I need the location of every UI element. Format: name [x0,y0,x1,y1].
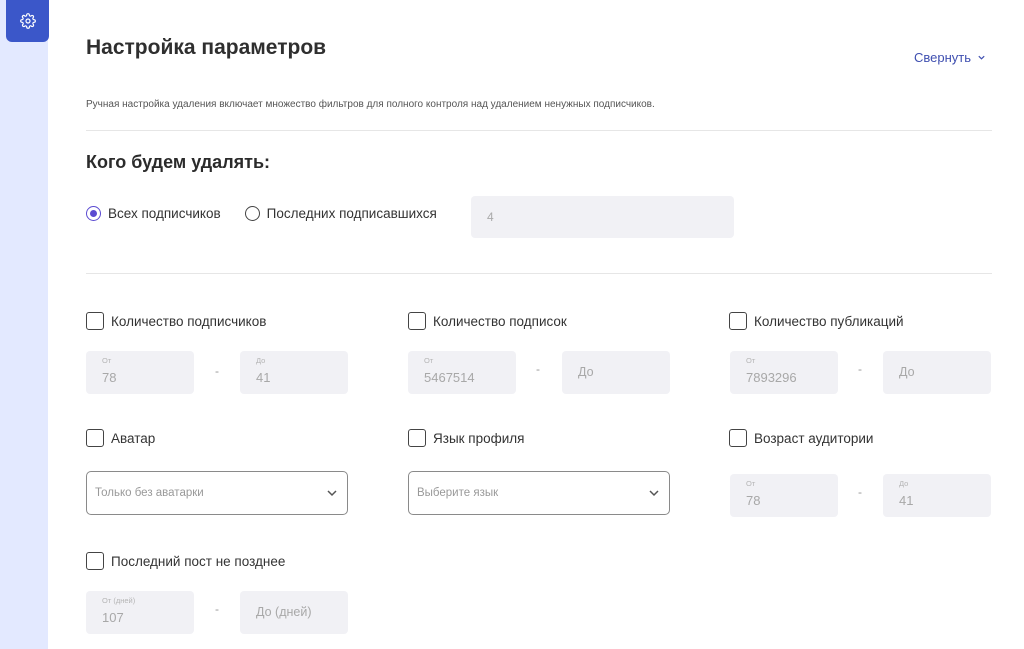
posts-to-input[interactable]: До [883,351,991,394]
gear-icon [19,13,36,29]
range-separator: - [536,362,540,376]
field-label: До [899,479,909,488]
page-description: Ручная настройка удаления включает множе… [86,99,655,110]
following-from-input[interactable]: От 5467514 [408,351,516,394]
section-title: Кого будем удалять: [86,152,271,172]
following-count-label: Количество подписок [433,313,567,329]
target-radio-group: Всех подписчиков Последних подписавшихся [86,206,461,221]
chevron-down-icon [327,490,337,497]
avatar-select[interactable]: Только без аватарки [86,471,348,515]
followers-to-input[interactable]: До 41 [240,351,348,394]
field-value: 78 [746,493,761,508]
field-label: От (дней) [102,596,136,605]
posts-count-label: Количество публикаций [754,313,904,329]
language-label: Язык профиля [433,430,525,446]
last-post-from-input[interactable]: От (дней) 107 [86,591,194,634]
posts-count-checkbox[interactable]: Количество публикаций [729,312,904,330]
field-value: 41 [256,370,271,385]
audience-age-to-input[interactable]: До 41 [883,474,991,517]
divider [86,273,992,274]
range-separator: - [858,362,862,376]
radio-indicator [86,206,101,221]
radio-all-followers[interactable]: Всех подписчиков [86,206,221,221]
followers-count-label: Количество подписчиков [111,313,267,329]
followers-count-checkbox[interactable]: Количество подписчиков [86,312,266,330]
page-title: Настройка параметров [86,36,327,59]
range-separator: - [215,364,219,378]
language-checkbox[interactable]: Язык профиля [408,429,524,447]
field-label: До [256,356,266,365]
field-label: От [746,356,756,365]
radio-recent-label: Последних подписавшихся [266,206,437,221]
audience-age-from-input[interactable]: От 78 [730,474,838,517]
sidebar [0,0,49,649]
field-value: 5467514 [424,370,475,385]
last-post-to-input[interactable]: До (дней) [240,591,348,634]
select-placeholder: Выберите язык [417,487,499,499]
field-value: 41 [899,493,914,508]
posts-from-input[interactable]: От 7893296 [730,351,838,394]
field-placeholder: До (дней) [256,605,312,619]
checkbox-box [408,429,426,447]
field-placeholder: До [899,365,915,379]
select-value: Только без аватарки [95,487,204,499]
field-placeholder: До [578,365,594,379]
field-label: От [746,479,756,488]
radio-all-label: Всех подписчиков [108,206,221,221]
collapse-label: Свернуть [913,50,971,65]
field-label: От [102,356,112,365]
field-value: 78 [102,370,117,385]
last-post-label: Последний пост не позднее [111,553,286,569]
following-to-input[interactable]: До [562,351,670,394]
last-post-checkbox[interactable]: Последний пост не позднее [86,552,285,570]
avatar-checkbox[interactable]: Аватар [86,429,155,447]
following-count-checkbox[interactable]: Количество подписок [408,312,567,330]
checkbox-box [86,429,104,447]
checkbox-box [729,429,747,447]
radio-recent-followers[interactable]: Последних подписавшихся [244,206,437,221]
audience-age-checkbox[interactable]: Возраст аудитории [729,429,873,447]
checkbox-box [729,312,747,330]
field-label: От [424,356,434,365]
chevron-down-icon [978,55,985,60]
followers-from-input[interactable]: От 78 [86,351,194,394]
recent-count-input[interactable]: 4 [471,196,734,238]
checkbox-box [86,312,104,330]
settings-panel: Настройка параметров Свернуть Ручная нас… [86,0,992,649]
checkbox-box [408,312,426,330]
field-value: 7893296 [746,370,797,385]
collapse-button[interactable]: Свернуть [914,50,986,65]
range-separator: - [215,602,219,616]
field-value: 107 [102,610,124,625]
settings-button[interactable] [6,0,49,42]
chevron-down-icon [649,490,659,497]
radio-indicator [244,206,260,221]
audience-age-label: Возраст аудитории [754,430,874,446]
avatar-label: Аватар [111,430,156,446]
divider [86,130,992,131]
range-separator: - [858,485,862,499]
checkbox-box [86,552,104,570]
language-select[interactable]: Выберите язык [408,471,670,515]
